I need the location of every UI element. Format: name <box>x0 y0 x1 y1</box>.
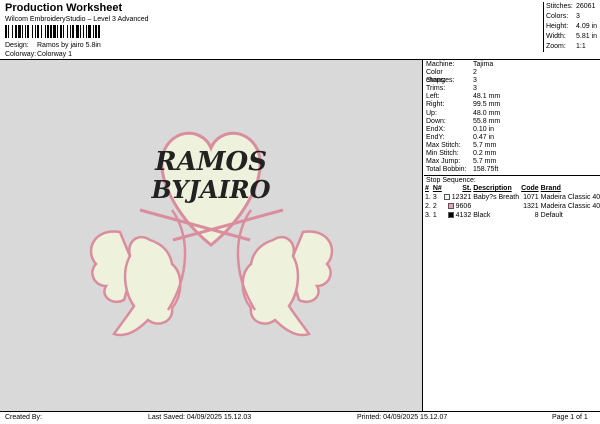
table-row: 2. 2 9606 1321 Madeira Classic 40 <box>425 203 600 211</box>
detail-row: EndX: 0.10 in <box>426 125 495 133</box>
detail-row: Right: 99.5 mm <box>426 101 501 109</box>
detail-row: Trims: 3 <box>426 85 477 93</box>
page-number: Page 1 of 1 <box>552 414 588 421</box>
software-subtitle: Wilcom EmbroideryStudio – Level 3 Advanc… <box>5 16 149 23</box>
footer: Created By: Last Saved: 04/09/2025 15.12… <box>0 412 600 424</box>
embroidery-design-graphic: RAMOS BYJAIRO <box>89 131 334 337</box>
detail-row: Machine: Tajima <box>426 61 494 68</box>
top-stats-panel: Stitches: 26061 Colors: 3 Height: 4.09 in W… <box>543 2 600 52</box>
design-row: Design: Ramos by jairo 5.8in <box>5 42 101 49</box>
barcode-bar <box>100 25 103 38</box>
design-text-line2: BYJAIRO <box>150 175 270 204</box>
detail-row: Stops: 3 <box>426 77 477 85</box>
detail-row: Left: 48.1 mm <box>426 93 501 101</box>
stat-row: Height: 4.09 in <box>546 23 598 30</box>
details-list: Machine: Tajima Color changes: 2 Stops: 3 T… <box>424 60 600 174</box>
barcode <box>5 25 157 38</box>
design-value: Ramos by jairo 5.8in <box>37 42 101 49</box>
stat-row: Stitches: 26061 <box>546 3 596 10</box>
design-text-line1: RAMOS <box>154 147 267 177</box>
stat-row: Width: 5.81 in <box>546 33 598 40</box>
table-row: 3. 1 4132 Black 8 Default <box>425 212 563 220</box>
detail-row: Max Jump: 5.7 mm <box>426 158 497 166</box>
detail-row: Max Stitch: 5.7 mm <box>426 141 497 149</box>
worksheet-title: Production Worksheet <box>5 2 123 14</box>
detail-row: Up: 48.0 mm <box>426 109 501 117</box>
stop-sequence-title: Stop Sequence: <box>424 175 600 184</box>
created-by: Created By: <box>5 414 42 421</box>
color-swatch <box>447 203 454 210</box>
stat-row: Zoom: 1:1 <box>546 43 586 50</box>
last-saved: Last Saved: 04/09/2025 15.12.03 <box>148 414 252 421</box>
detail-row: Down: 55.8 mm <box>426 117 501 125</box>
color-swatch <box>443 194 450 201</box>
colorway-row: Colorway: Colorway 1 <box>5 51 72 58</box>
color-swatch <box>447 212 454 219</box>
detail-row: Color changes: 2 <box>426 69 477 85</box>
design-label: Design: <box>5 42 29 49</box>
colorway-value: Colorway 1 <box>37 51 73 58</box>
printed-date: Printed: 04/09/2025 15.12.07 <box>357 414 448 421</box>
colorway-label: Colorway: <box>5 51 37 58</box>
stat-row: Colors: 3 <box>546 13 580 20</box>
stop-sequence-header: # N# St. Description Code Brand <box>425 185 561 193</box>
design-preview: RAMOS BYJAIRO <box>0 60 423 411</box>
details-panel: Machine: Tajima Color changes: 2 Stops: 3 T… <box>424 60 600 411</box>
detail-row: Min Stitch: 0.2 mm <box>426 150 497 158</box>
detail-row: Total Bobbin: 158.75ft <box>426 166 499 174</box>
table-row: 1. 3 12321 Baby?s Breath 1071 Madeira Cl… <box>425 194 600 202</box>
detail-row: EndY: 0.47 in <box>426 133 495 141</box>
stop-sequence-table: # N# St. Description Code Brand 1. 3 123… <box>424 184 600 220</box>
